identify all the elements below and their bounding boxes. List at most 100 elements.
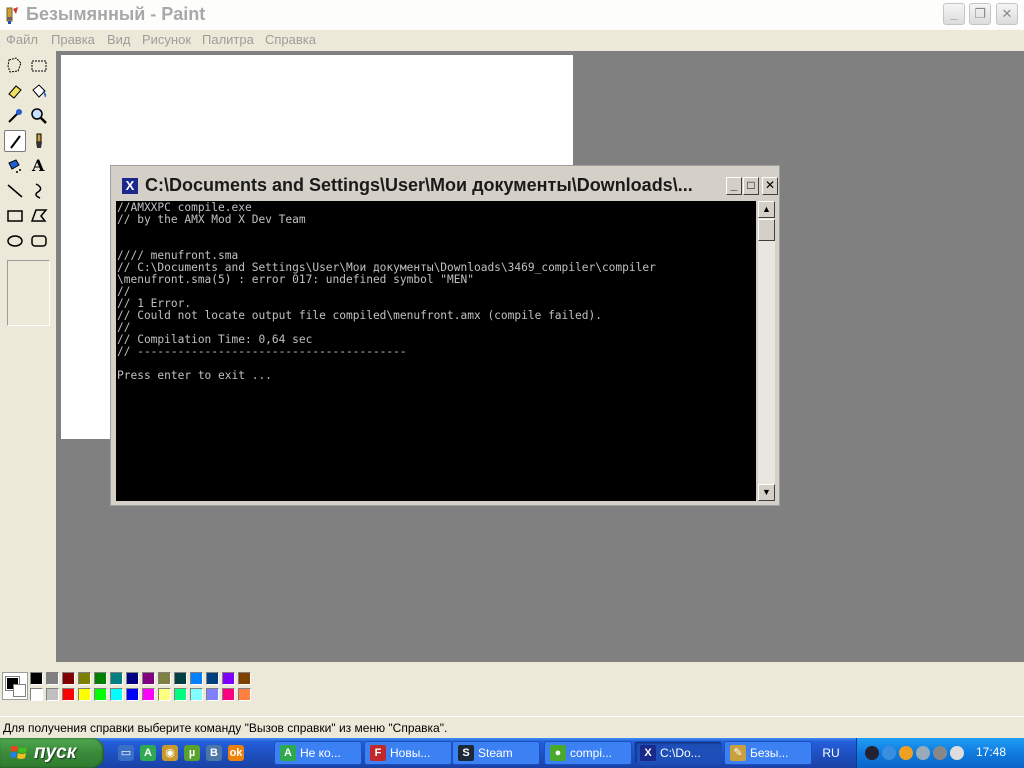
console-maximize-button[interactable]: □ — [743, 177, 759, 195]
palette-swatch[interactable] — [30, 688, 43, 701]
taskbar-button[interactable]: F Новы... — [364, 741, 452, 765]
palette-swatch[interactable] — [62, 688, 75, 701]
palette-swatch[interactable] — [78, 688, 91, 701]
tool-text[interactable]: A — [28, 155, 50, 177]
start-button[interactable]: пуск — [0, 738, 104, 768]
palette-swatch[interactable] — [206, 672, 219, 685]
palette-swatch[interactable] — [78, 672, 91, 685]
tool-fill[interactable] — [28, 80, 50, 102]
taskbar-button[interactable]: S Steam — [452, 741, 540, 765]
palette-swatch[interactable] — [94, 688, 107, 701]
palette-swatch[interactable] — [94, 672, 107, 685]
odnoklassniki-icon[interactable]: ok — [228, 745, 244, 761]
taskbar-button[interactable]: A Не ко... — [274, 741, 362, 765]
language-indicator[interactable]: RU — [818, 744, 844, 762]
text-tool-icon: A — [32, 156, 45, 175]
utorrent-icon[interactable]: µ — [184, 745, 200, 761]
tool-color-picker[interactable] — [4, 105, 26, 127]
tool-ellipse[interactable] — [4, 230, 26, 252]
menu-view[interactable]: Вид — [107, 32, 131, 47]
color-palette — [0, 662, 1024, 712]
orange-tray-icon[interactable] — [899, 746, 913, 760]
tool-eraser[interactable] — [4, 80, 26, 102]
network-tray-icon[interactable] — [882, 746, 896, 760]
palette-swatch[interactable] — [46, 672, 59, 685]
palette-swatch[interactable] — [238, 672, 251, 685]
palette-swatch[interactable] — [174, 672, 187, 685]
tool-airbrush[interactable] — [4, 155, 26, 177]
minimize-icon: _ — [730, 178, 738, 192]
palette-swatch[interactable] — [158, 688, 171, 701]
rectangle-icon — [7, 210, 23, 222]
tool-magnifier[interactable] — [28, 105, 50, 127]
palette-swatch[interactable] — [190, 672, 203, 685]
console-line: // -------------------------------------… — [117, 345, 407, 358]
maximize-button[interactable]: ❐ — [969, 3, 991, 25]
menu-palette[interactable]: Палитра — [202, 32, 254, 47]
magnifier-icon — [31, 108, 47, 124]
console-window[interactable]: X C:\Documents and Settings\User\Мои док… — [110, 165, 780, 506]
palette-swatch[interactable] — [206, 688, 219, 701]
menu-help[interactable]: Справка — [265, 32, 316, 47]
menu-edit[interactable]: Правка — [51, 32, 95, 47]
menu-file[interactable]: Файл — [6, 32, 38, 47]
taskbar-button[interactable]: X C:\Do... — [634, 741, 722, 765]
close-button[interactable]: ✕ — [996, 3, 1018, 25]
tool-curve[interactable] — [28, 180, 50, 202]
palette-swatch[interactable] — [30, 672, 43, 685]
steam-tray-icon[interactable] — [865, 746, 879, 760]
update-tray-icon[interactable] — [933, 746, 947, 760]
palette-swatch[interactable] — [238, 688, 251, 701]
palette-swatch[interactable] — [222, 688, 235, 701]
palette-swatch[interactable] — [158, 672, 171, 685]
tool-rect-select[interactable] — [28, 55, 50, 77]
eyedropper-icon — [8, 109, 22, 123]
menu-image[interactable]: Рисунок — [142, 32, 191, 47]
tool-pencil[interactable] — [4, 130, 26, 152]
palette-swatch[interactable] — [46, 688, 59, 701]
scroll-thumb[interactable] — [758, 219, 775, 241]
scroll-down-button[interactable]: ▼ — [758, 484, 775, 501]
task-app-icon: X — [640, 745, 656, 761]
rect-select-icon — [31, 60, 47, 72]
scroll-up-button[interactable]: ▲ — [758, 201, 775, 218]
palette-swatch[interactable] — [190, 688, 203, 701]
console-app-icon: X — [122, 178, 138, 194]
console-close-button[interactable]: ✕ — [762, 177, 778, 195]
console-output[interactable]: //AMXXPC compile.exe // by the AMX Mod X… — [116, 201, 756, 501]
palette-swatch[interactable] — [110, 672, 123, 685]
palette-swatch[interactable] — [174, 688, 187, 701]
vkontakte-icon[interactable]: B — [206, 745, 222, 761]
task-label: Steam — [478, 746, 513, 760]
console-line: // by the AMX Mod X Dev Team — [117, 213, 306, 226]
tool-polygon[interactable] — [28, 205, 50, 227]
tool-options-box[interactable] — [7, 260, 50, 326]
console-title-bar[interactable]: X C:\Documents and Settings\User\Мои док… — [115, 169, 778, 199]
speaker-tray-icon[interactable] — [950, 746, 964, 760]
monitor-tray-icon[interactable] — [916, 746, 930, 760]
palette-swatch[interactable] — [62, 672, 75, 685]
console-scrollbar[interactable]: ▲ ▼ — [758, 201, 775, 501]
taskbar-button[interactable]: ✎ Безы... — [724, 741, 812, 765]
current-colors[interactable] — [2, 672, 28, 700]
agent-icon[interactable]: A — [140, 745, 156, 761]
media-icon[interactable]: ◉ — [162, 745, 178, 761]
palette-swatch[interactable] — [126, 688, 139, 701]
close-icon: ✕ — [764, 178, 776, 192]
palette-swatch[interactable] — [142, 672, 155, 685]
console-minimize-button[interactable]: _ — [726, 177, 742, 195]
clock[interactable]: 17:48 — [976, 745, 1006, 759]
show-desktop-icon[interactable]: ▭ — [118, 745, 134, 761]
palette-swatch[interactable] — [222, 672, 235, 685]
tool-free-form-select[interactable] — [4, 55, 26, 77]
palette-swatch[interactable] — [142, 688, 155, 701]
palette-swatch[interactable] — [110, 688, 123, 701]
palette-swatch[interactable] — [126, 672, 139, 685]
tool-brush[interactable] — [28, 130, 50, 152]
tool-rounded-rectangle[interactable] — [28, 230, 50, 252]
minimize-button[interactable]: _ — [943, 3, 965, 25]
tool-line[interactable] — [4, 180, 26, 202]
taskbar-button[interactable]: ● compi... — [544, 741, 632, 765]
tool-rectangle[interactable] — [4, 205, 26, 227]
task-app-icon: F — [370, 745, 386, 761]
